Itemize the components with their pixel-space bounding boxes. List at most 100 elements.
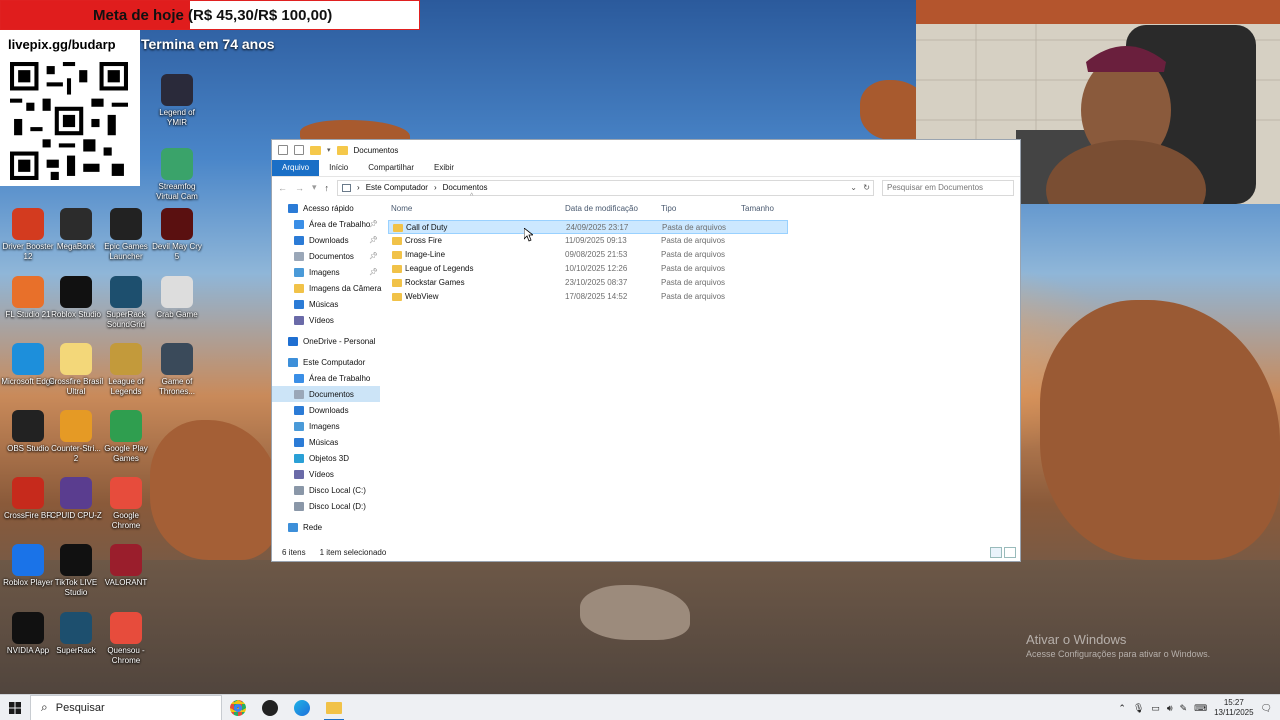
desktop-shortcut[interactable]: MegaBonk [48, 208, 104, 252]
properties-icon[interactable] [278, 145, 288, 155]
nav-item[interactable]: Área de Trabalho [272, 370, 380, 386]
nav-item[interactable]: Vídeos [272, 312, 380, 328]
file-row[interactable]: WebView 17/08/2025 14:52 Pasta de arquivos [388, 290, 788, 304]
file-row[interactable]: Call of Duty 24/09/2025 23:17 Pasta de arq… [388, 220, 788, 234]
up-arrow-icon[interactable]: ↑ [325, 183, 330, 193]
desktop-shortcut[interactable]: SuperRack SoundGrid [98, 276, 154, 329]
file-explorer-window: ▾ Documentos Arquivo Início Compartilhar… [271, 139, 1021, 562]
ribbon-tabs: Arquivo Início Compartilhar Exibir [272, 160, 1020, 176]
tab-exibir[interactable]: Exibir [424, 160, 464, 176]
tab-compartilhar[interactable]: Compartilhar [358, 160, 424, 176]
pin-icon[interactable]: 📌︎ [369, 236, 378, 244]
mouse-cursor-icon [524, 228, 533, 242]
column-tipo[interactable]: Tipo [661, 204, 676, 213]
back-arrow-icon[interactable]: ← [278, 183, 287, 193]
crossfire-folder-icon [60, 343, 92, 375]
nav-item[interactable]: Downloads 📌︎ [272, 232, 380, 248]
search-input[interactable]: Pesquisar em Documentos [882, 179, 1014, 196]
breadcrumb-documentos[interactable]: Documentos [443, 183, 488, 192]
edge-icon [12, 343, 44, 375]
network-icon[interactable]: ▭ [1151, 703, 1160, 714]
pin-icon[interactable]: 📌︎ [369, 252, 378, 260]
tray-overflow-icon[interactable]: ⌃ [1118, 703, 1126, 714]
file-row[interactable]: League of Legends 10/10/2025 12:26 Pasta d… [388, 262, 788, 276]
nav-item[interactable]: Downloads [272, 402, 380, 418]
computer-icon [342, 183, 352, 192]
nav-item-label: Downloads [309, 405, 349, 415]
desktop-shortcut[interactable]: Game of Thrones... [149, 343, 205, 396]
microphone-icon[interactable]: 🎙︎ [1133, 703, 1144, 714]
nav-item[interactable]: Vídeos [272, 466, 380, 482]
volume-icon[interactable]: 🔊︎ [1167, 703, 1173, 714]
file-name: Call of Duty [406, 223, 448, 232]
nav-item[interactable]: Imagens da Câmera [272, 280, 381, 296]
desktop-shortcut[interactable]: Google Chrome [98, 477, 154, 530]
desktop-shortcut[interactable]: Counter-Stri... 2 [48, 410, 104, 463]
desktop-shortcut[interactable]: CPUID CPU-Z [48, 477, 104, 521]
nav-item[interactable]: OneDrive - Personal [272, 333, 380, 349]
nav-item[interactable]: Documentos 📌︎ [272, 248, 380, 264]
tab-inicio[interactable]: Início [319, 160, 358, 176]
column-tamanho[interactable]: Tamanho [741, 204, 774, 213]
nav-item-icon [288, 336, 298, 346]
check-icon[interactable] [294, 145, 304, 155]
desktop-shortcut[interactable]: Quensou - Chrome [98, 612, 154, 665]
large-icons-view-icon[interactable] [1004, 547, 1016, 558]
desktop-shortcut[interactable]: SuperRack [48, 612, 104, 656]
column-nome[interactable]: Nome [391, 204, 412, 213]
desktop-shortcut[interactable]: VALORANT [98, 544, 154, 588]
file-row[interactable]: Image-Line 09/08/2025 21:53 Pasta de arqui… [388, 248, 788, 262]
nav-item[interactable]: Acesso rápido [272, 200, 380, 216]
file-row[interactable]: Cross Fire 11/09/2025 09:13 Pasta de arqui… [388, 234, 788, 248]
recent-dropdown-icon[interactable]: ▾ [312, 182, 317, 193]
column-data[interactable]: Data de modificação [565, 204, 638, 213]
address-dropdown-icon[interactable]: ⌄ [850, 183, 857, 192]
nav-item[interactable]: Rede [272, 519, 380, 535]
windows-logo-icon [9, 701, 21, 714]
nav-item[interactable]: Músicas [272, 434, 380, 450]
keyboard-icon[interactable]: ⌨ [1194, 703, 1207, 714]
taskbar-obs[interactable] [254, 695, 286, 720]
taskbar-search-label: Pesquisar [55, 701, 105, 714]
pin-icon[interactable]: 📌︎ [369, 268, 378, 276]
nav-item[interactable]: Este Computador [272, 354, 380, 370]
pen-icon[interactable]: ✎ [1180, 703, 1188, 714]
desktop-shortcut[interactable]: Legend of YMIR [149, 74, 205, 127]
taskbar-search[interactable]: ⌕ Pesquisar [30, 694, 222, 720]
desktop-shortcut[interactable]: Crab Game [149, 276, 205, 320]
tab-arquivo[interactable]: Arquivo [272, 160, 320, 176]
pin-icon[interactable]: 📌︎ [369, 220, 378, 228]
details-view-icon[interactable] [990, 547, 1002, 558]
desktop-shortcut[interactable]: Crossfire Brasil Ultral [48, 343, 104, 396]
refresh-icon[interactable]: ↻ [863, 183, 870, 192]
nav-item[interactable]: Área de Trabalho 📌︎ [272, 216, 380, 232]
nav-item[interactable]: Disco Local (C:) [272, 482, 380, 498]
breadcrumb-este-computador[interactable]: Este Computador [366, 183, 428, 192]
quick-access-dropdown-icon[interactable]: ▾ [327, 146, 331, 154]
edge-icon [294, 699, 310, 716]
desktop-shortcut[interactable]: Epic Games Launcher [98, 208, 154, 261]
new-folder-icon[interactable] [310, 145, 321, 155]
nav-item[interactable]: Imagens [272, 418, 380, 434]
valorant-icon [110, 544, 142, 576]
address-field[interactable]: › Este Computador › Documentos ⌄ ↻ [337, 179, 874, 196]
forward-arrow-icon[interactable]: → [295, 183, 304, 193]
start-button[interactable] [0, 695, 30, 720]
nav-item[interactable]: Objetos 3D [272, 450, 380, 466]
desktop-shortcut[interactable]: Streamfog Virtual Cam [149, 148, 205, 201]
nav-item[interactable]: Disco Local (D:) [272, 498, 380, 514]
taskbar-chrome-profile[interactable] [222, 695, 254, 720]
clock[interactable]: 15:27 13/11/2025 [1214, 698, 1253, 718]
taskbar-edge[interactable] [286, 695, 318, 720]
file-row[interactable]: Rockstar Games 23/10/2025 08:37 Pasta de a… [388, 276, 788, 290]
desktop-shortcut[interactable]: TikTok LIVE Studio [48, 544, 104, 597]
desktop-shortcut[interactable]: Google Play Games [98, 410, 154, 463]
taskbar-file-explorer[interactable] [318, 695, 350, 720]
nav-item[interactable]: Documentos [272, 386, 380, 402]
desktop-shortcut[interactable]: Devil May Cry 5 [149, 208, 205, 261]
nav-item[interactable]: Imagens 📌︎ [272, 264, 380, 280]
notifications-icon[interactable]: 🗨︎ [1261, 703, 1272, 714]
desktop-shortcut[interactable]: League of Legends [98, 343, 154, 396]
desktop-shortcut[interactable]: Roblox Studio [48, 276, 104, 320]
nav-item[interactable]: Músicas [272, 296, 380, 312]
